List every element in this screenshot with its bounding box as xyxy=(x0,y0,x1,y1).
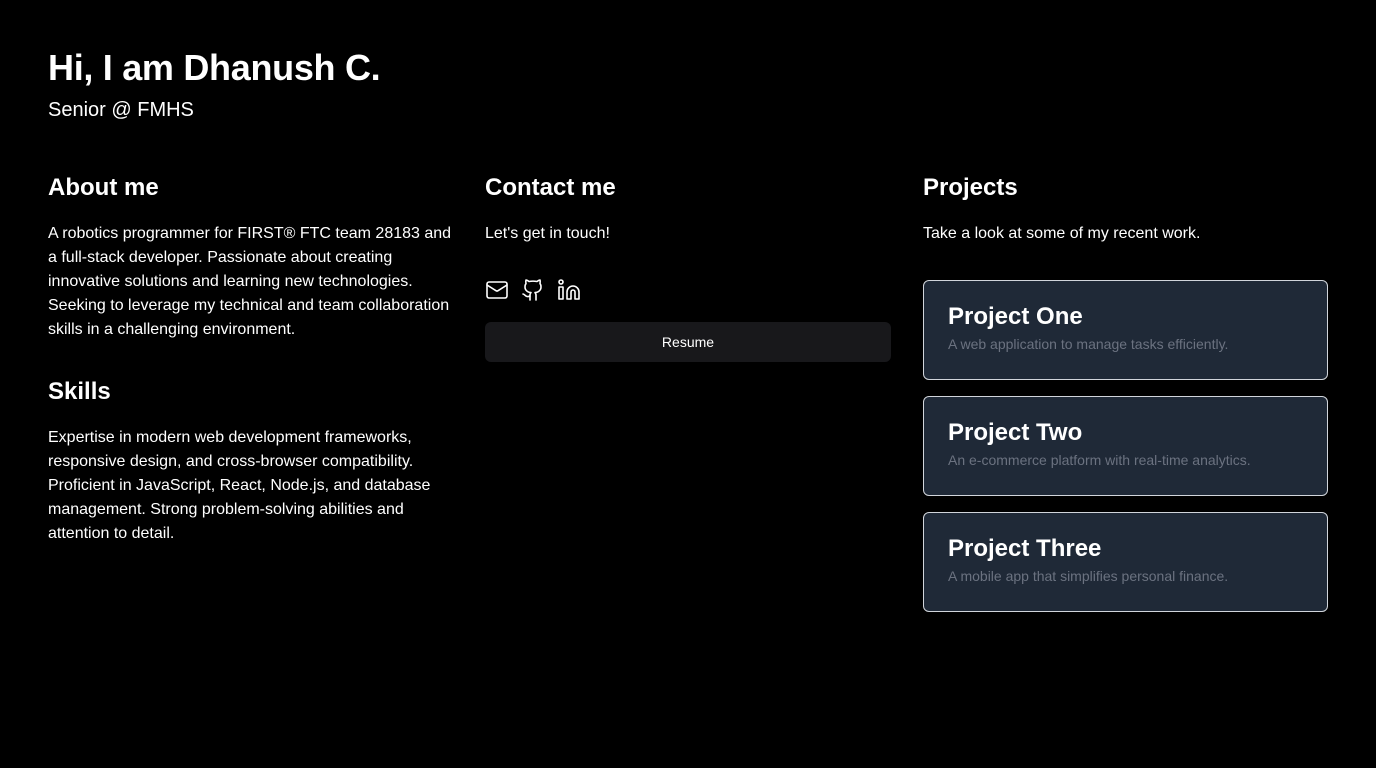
project-title: Project Two xyxy=(948,419,1083,446)
project-list: Project One A web application to manage … xyxy=(923,280,1328,612)
about-text: A robotics programmer for FIRST® FTC tea… xyxy=(48,225,452,338)
social-links xyxy=(485,278,891,302)
project-title: Project One xyxy=(948,303,1083,330)
mail-icon[interactable] xyxy=(485,278,509,302)
about-heading: About me xyxy=(48,174,159,201)
portfolio-page: Hi, I am Dhanush C. Senior @ FMHS About … xyxy=(0,0,1376,768)
skills-text: Expertise in modern web development fram… xyxy=(48,429,431,542)
project-card-one[interactable]: Project One A web application to manage … xyxy=(923,280,1328,380)
projects-column: Projects Take a look at some of my recen… xyxy=(923,172,1328,612)
projects-text: Take a look at some of my recent work. xyxy=(923,225,1201,242)
project-description: A web application to manage tasks effici… xyxy=(948,336,1229,352)
projects-heading: Projects xyxy=(923,174,1018,201)
about-column: About me A robotics programmer for FIRST… xyxy=(48,172,454,546)
page-title: Hi, I am Dhanush C. xyxy=(48,47,381,88)
contact-column: Contact me Let's get in touch! Resume xyxy=(485,172,891,362)
skills-heading: Skills xyxy=(48,378,111,405)
contact-heading: Contact me xyxy=(485,174,616,201)
project-description: A mobile app that simplifies personal fi… xyxy=(948,568,1229,584)
github-icon[interactable] xyxy=(521,278,545,302)
page-header: Hi, I am Dhanush C. Senior @ FMHS xyxy=(48,46,381,122)
project-title: Project Three xyxy=(948,535,1102,562)
project-description: An e-commerce platform with real-time an… xyxy=(948,452,1251,468)
resume-button[interactable]: Resume xyxy=(485,322,891,362)
project-card-three[interactable]: Project Three A mobile app that simplifi… xyxy=(923,512,1328,612)
page-subtitle: Senior @ FMHS xyxy=(48,99,194,121)
linkedin-icon[interactable] xyxy=(557,278,581,302)
contact-text: Let's get in touch! xyxy=(485,225,610,242)
project-card-two[interactable]: Project Two An e-commerce platform with … xyxy=(923,396,1328,496)
